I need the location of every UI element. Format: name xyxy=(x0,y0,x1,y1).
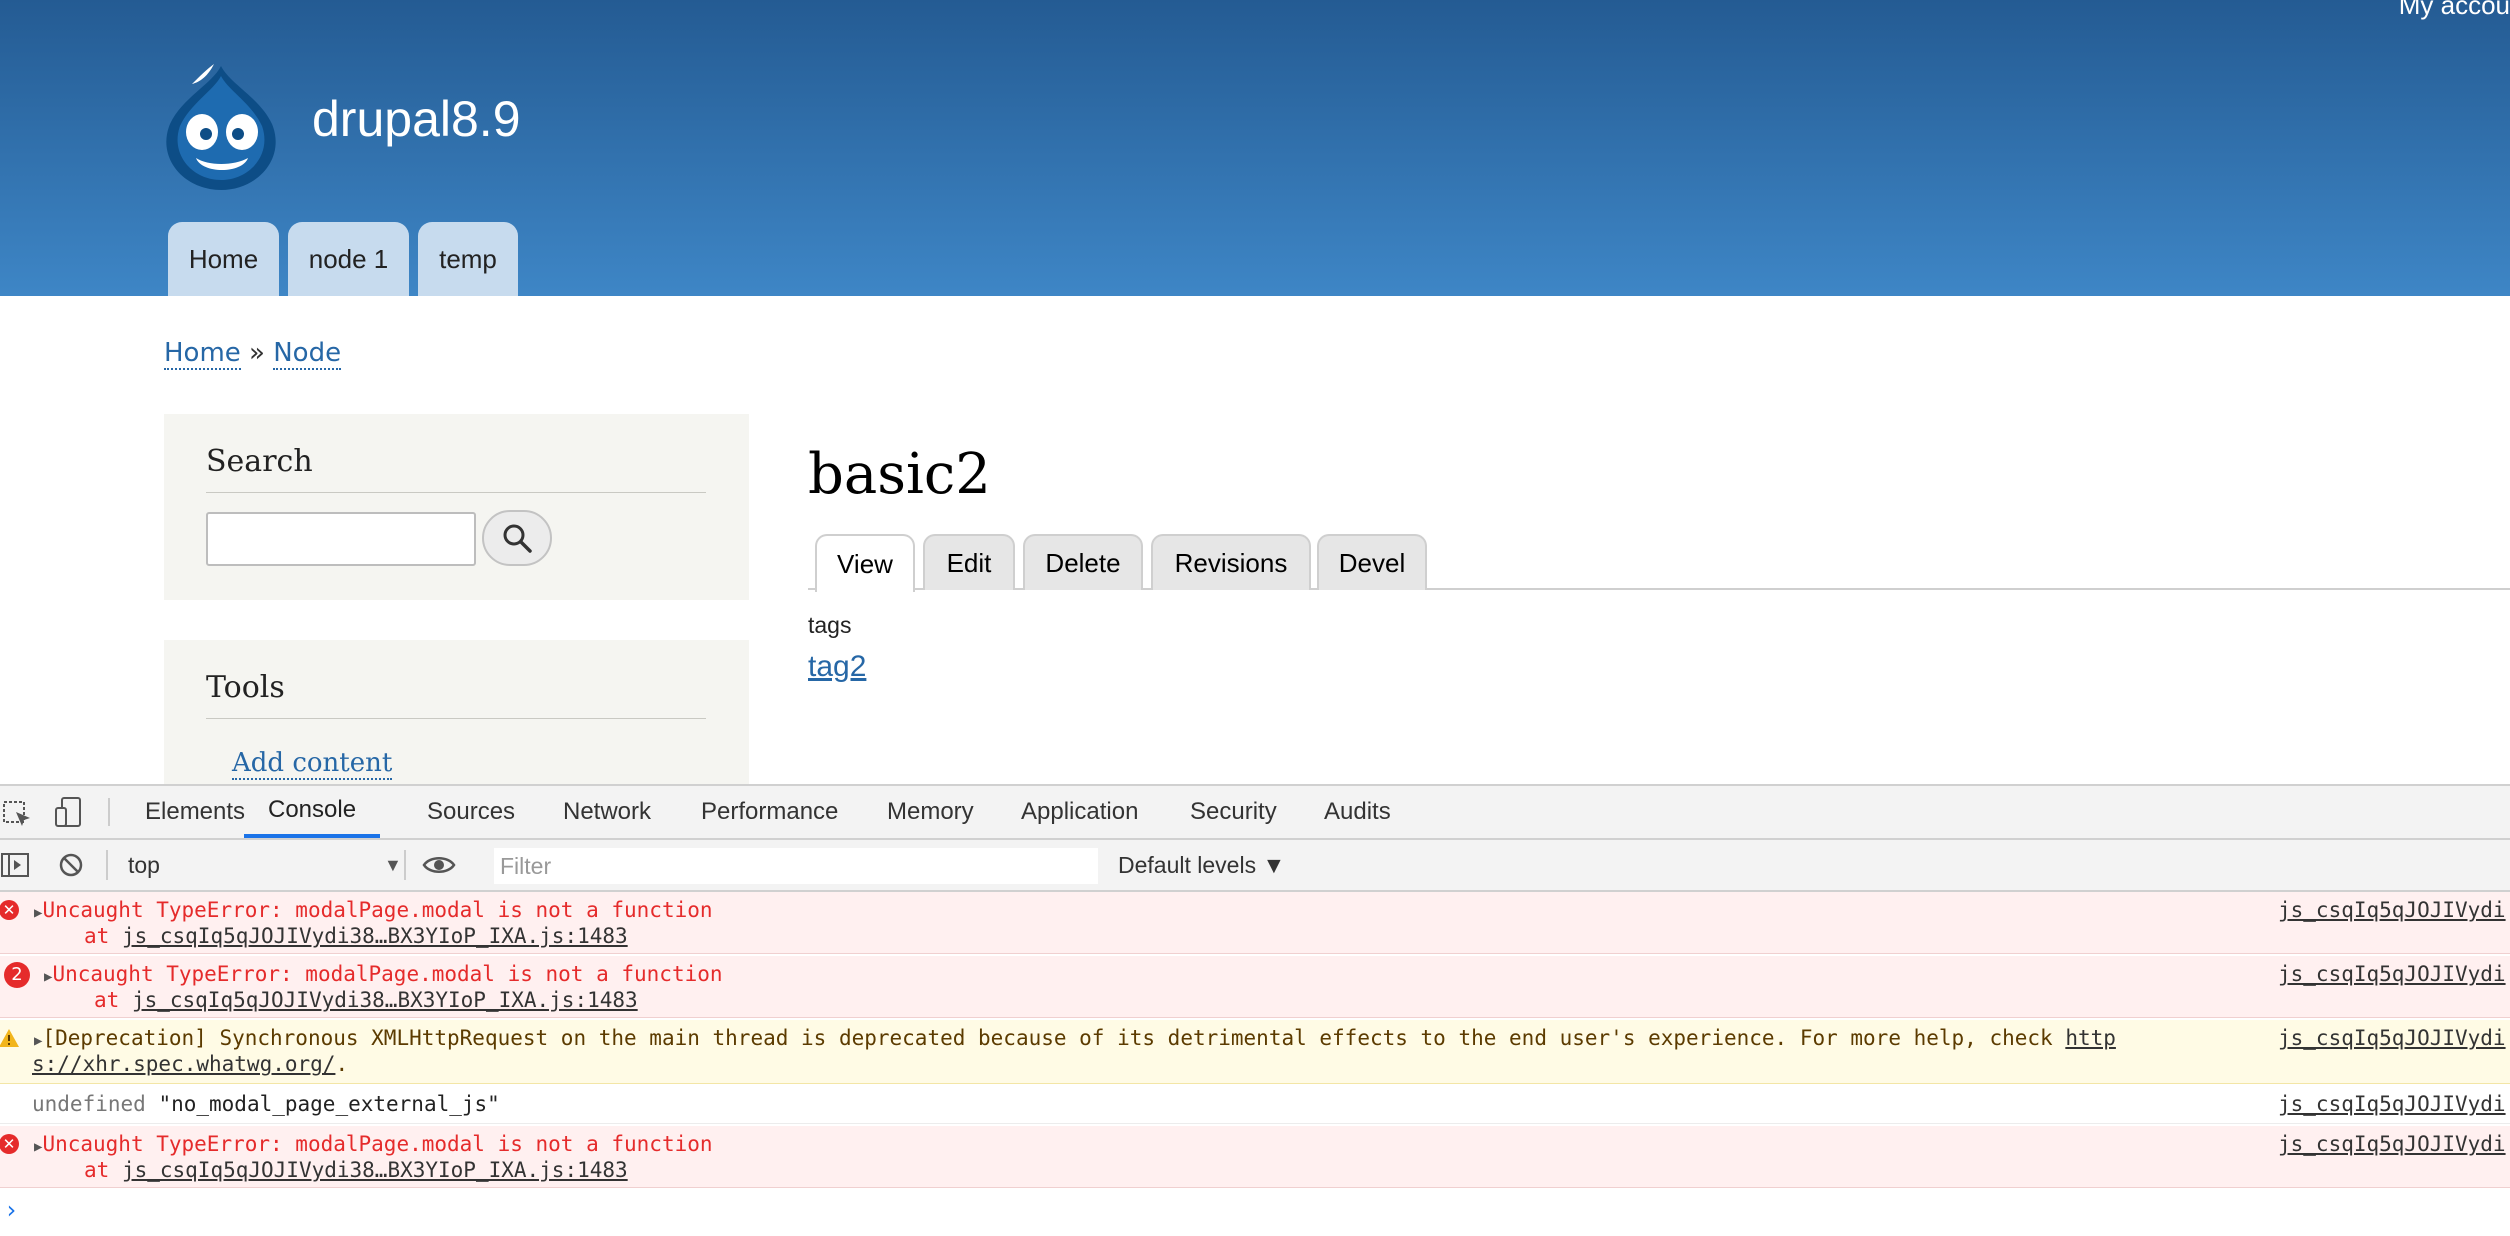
tab-view[interactable]: View xyxy=(815,534,915,592)
search-block-divider xyxy=(206,492,706,493)
nav-node-1[interactable]: node 1 xyxy=(288,222,409,296)
site-name[interactable]: drupal8.9 xyxy=(312,90,521,148)
devtools-tab-elements[interactable]: Elements xyxy=(145,786,245,838)
chevron-down-icon: ▼ xyxy=(383,854,402,875)
tab-devel[interactable]: Devel xyxy=(1317,534,1427,590)
stack-link[interactable]: js_csqIq5qJOJIVydi38…BX3YIoP_IXA.js:1483 xyxy=(122,924,628,948)
stack-line: at js_csqIq5qJOJIVydi38…BX3YIoP_IXA.js:1… xyxy=(84,1158,628,1182)
devtools-tab-performance[interactable]: Performance xyxy=(701,786,838,838)
clear-console-icon[interactable] xyxy=(58,852,84,878)
source-link[interactable]: js_csqIq5qJOJIVydi xyxy=(2278,1132,2506,1156)
message-text: ▶Uncaught TypeError: modalPage.modal is … xyxy=(44,962,723,989)
tools-block: Tools Add content xyxy=(164,640,749,784)
stack-prefix: at xyxy=(94,988,132,1012)
console-message: ✕ ▶Uncaught TypeError: modalPage.modal i… xyxy=(0,892,2510,954)
error-icon: ✕ xyxy=(0,1134,19,1154)
source-link[interactable]: js_csqIq5qJOJIVydi xyxy=(2278,1092,2506,1116)
devtools-tab-network[interactable]: Network xyxy=(563,786,651,838)
console-message: ▶[Deprecation] Synchronous XMLHttpReques… xyxy=(0,1020,2510,1084)
breadcrumb-separator: » xyxy=(249,338,265,368)
stack-line: at js_csqIq5qJOJIVydi38…BX3YIoP_IXA.js:1… xyxy=(84,924,628,948)
message-text: ▶Uncaught TypeError: modalPage.modal is … xyxy=(34,1132,713,1159)
devtools-tab-security[interactable]: Security xyxy=(1190,786,1277,838)
devtools-tab-memory[interactable]: Memory xyxy=(887,786,974,838)
sidebar-toggle-icon[interactable] xyxy=(0,852,30,878)
log-undefined: undefined xyxy=(32,1092,159,1116)
devtools-tab-console[interactable]: Console xyxy=(244,786,381,838)
tools-block-divider xyxy=(206,718,706,719)
toolbar-divider xyxy=(108,798,110,826)
breadcrumb: Home » Node xyxy=(164,338,342,370)
add-content-link[interactable]: Add content xyxy=(232,748,393,780)
tab-edit[interactable]: Edit xyxy=(923,534,1015,590)
page-title: basic2 xyxy=(808,442,991,507)
warning-icon xyxy=(0,1029,19,1047)
nav-home[interactable]: Home xyxy=(168,222,279,296)
search-button[interactable] xyxy=(482,510,552,566)
help-link[interactable]: http xyxy=(2065,1026,2116,1050)
context-select[interactable]: top ▼ xyxy=(128,840,402,890)
warning-text: [Deprecation] Synchronous XMLHttpRequest… xyxy=(42,1026,2066,1050)
prompt-chevron-icon: › xyxy=(4,1196,19,1224)
console-message: undefined "no_modal_page_external_js" js… xyxy=(0,1086,2510,1124)
stack-link[interactable]: js_csqIq5qJOJIVydi38…BX3YIoP_IXA.js:1483 xyxy=(122,1158,628,1182)
devtools-tab-sources[interactable]: Sources xyxy=(427,786,515,838)
search-block: Search xyxy=(164,414,749,600)
devtools-tab-application[interactable]: Application xyxy=(1021,786,1138,838)
stack-prefix: at xyxy=(84,924,122,948)
stack-line: at js_csqIq5qJOJIVydi38…BX3YIoP_IXA.js:1… xyxy=(94,988,638,1012)
help-link-cont[interactable]: s://xhr.spec.whatwg.org/ xyxy=(32,1052,335,1076)
toolbar-divider xyxy=(106,850,108,880)
warning-tail: . xyxy=(335,1052,349,1076)
devtools-panel: Elements Console Sources Network Perform… xyxy=(0,784,2510,1236)
search-input[interactable] xyxy=(206,512,476,566)
breadcrumb-node[interactable]: Node xyxy=(273,338,342,370)
log-levels-dropdown[interactable]: Default levels ▼ xyxy=(1118,840,1285,890)
devtools-tab-audits[interactable]: Audits xyxy=(1324,786,1391,838)
error-icon: ✕ xyxy=(0,900,19,920)
toolbar-divider xyxy=(404,850,406,880)
nav-temp[interactable]: temp xyxy=(418,222,518,296)
tools-block-title: Tools xyxy=(206,670,285,705)
console-message: 2 ▶Uncaught TypeError: modalPage.modal i… xyxy=(0,956,2510,1018)
stack-link[interactable]: js_csqIq5qJOJIVydi38…BX3YIoP_IXA.js:1483 xyxy=(132,988,638,1012)
tag-link[interactable]: tag2 xyxy=(808,650,866,684)
error-text: Uncaught TypeError: modalPage.modal is n… xyxy=(52,962,723,986)
tab-delete[interactable]: Delete xyxy=(1023,534,1143,590)
message-text-cont: s://xhr.spec.whatwg.org/. xyxy=(32,1052,348,1076)
message-text: ▶Uncaught TypeError: modalPage.modal is … xyxy=(34,898,713,925)
tab-revisions[interactable]: Revisions xyxy=(1151,534,1311,590)
message-text: undefined "no_modal_page_external_js" xyxy=(32,1092,500,1116)
inspect-element-icon[interactable] xyxy=(2,798,32,828)
console-message: ✕ ▶Uncaught TypeError: modalPage.modal i… xyxy=(0,1126,2510,1188)
filter-input[interactable]: Filter xyxy=(494,848,1098,884)
devtools-tabbar: Elements Console Sources Network Perform… xyxy=(0,786,2510,840)
error-text: Uncaught TypeError: modalPage.modal is n… xyxy=(42,1132,713,1156)
device-toolbar-icon[interactable] xyxy=(54,796,84,828)
tags-field-label: tags xyxy=(808,612,852,638)
drupal-logo-icon[interactable] xyxy=(162,62,280,194)
site-header: My accou drupal8.9 Home node 1 temp xyxy=(0,0,2510,296)
source-link[interactable]: js_csqIq5qJOJIVydi xyxy=(2278,1026,2506,1050)
context-select-value: top xyxy=(128,851,160,878)
console-prompt[interactable]: › xyxy=(0,1190,2510,1236)
eye-icon[interactable] xyxy=(422,854,456,876)
repeat-count-badge: 2 xyxy=(4,962,30,988)
error-text: Uncaught TypeError: modalPage.modal is n… xyxy=(42,898,713,922)
breadcrumb-home[interactable]: Home xyxy=(164,338,241,370)
console-toolbar: top ▼ Filter Default levels ▼ xyxy=(0,840,2510,892)
stack-prefix: at xyxy=(84,1158,122,1182)
search-icon xyxy=(503,524,532,553)
search-block-title: Search xyxy=(206,444,313,479)
log-string: "no_modal_page_external_js" xyxy=(158,1092,500,1116)
my-account-link[interactable]: My accou xyxy=(2399,0,2510,21)
source-link[interactable]: js_csqIq5qJOJIVydi xyxy=(2278,898,2506,922)
source-link[interactable]: js_csqIq5qJOJIVydi xyxy=(2278,962,2506,986)
message-text: ▶[Deprecation] Synchronous XMLHttpReques… xyxy=(34,1026,2116,1053)
